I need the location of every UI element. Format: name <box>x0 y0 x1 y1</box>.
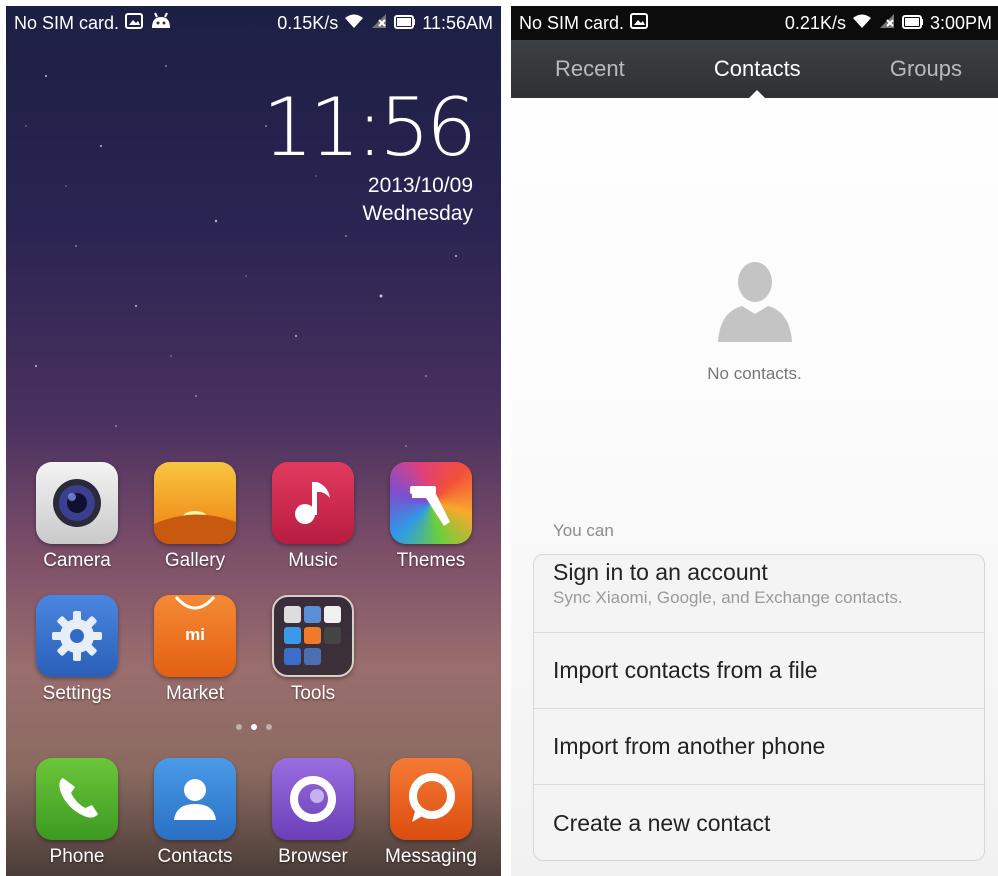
wifi-icon <box>852 13 872 34</box>
option-sign-in[interactable]: Sign in to an account Sync Xiaomi, Googl… <box>534 555 984 633</box>
option-title: Sign in to an account <box>553 559 768 585</box>
themes-icon <box>390 462 472 544</box>
contacts-screen: No SIM card. 0.21K/s 3:00PM Recent Conta… <box>511 6 998 876</box>
home-screen: No SIM card. 0.15K/s 11:56AM 11:56 2013/… <box>6 6 501 876</box>
options-list: Sign in to an account Sync Xiaomi, Googl… <box>533 554 985 861</box>
gallery-icon <box>154 462 236 544</box>
option-title: Import contacts from a file <box>553 657 818 683</box>
page-dot <box>265 724 272 730</box>
app-themes[interactable]: Themes <box>376 462 486 572</box>
image-icon <box>125 12 144 34</box>
clock-widget[interactable]: 11:56 2013/10/09 Wednesday <box>262 81 477 228</box>
app-label: Tools <box>290 683 336 704</box>
market-logo-text: mi <box>185 625 205 644</box>
empty-message: No contacts. <box>707 364 802 383</box>
dock: Phone Contacts Browser Messaging <box>6 750 501 876</box>
battery-icon <box>901 13 924 34</box>
active-tab-indicator <box>749 90 765 98</box>
network-speed: 0.15K/s <box>277 12 339 33</box>
app-tools-folder[interactable]: Tools <box>258 595 368 705</box>
option-title: Create a new contact <box>553 809 771 836</box>
music-icon <box>272 462 354 544</box>
status-bar: No SIM card. 0.21K/s 3:00PM <box>511 6 998 40</box>
battery-icon <box>394 13 416 34</box>
dock-phone[interactable]: Phone <box>22 758 132 868</box>
contacts-icon <box>154 758 236 840</box>
phone-icon <box>36 758 118 840</box>
starfield <box>25 65 457 447</box>
app-settings[interactable]: Settings <box>22 595 132 705</box>
app-label: Browser <box>278 846 348 867</box>
option-create-contact[interactable]: Create a new contact <box>534 785 984 860</box>
app-label: Camera <box>43 550 111 571</box>
tab-contacts[interactable]: Contacts <box>714 56 801 82</box>
tab-groups[interactable]: Groups <box>890 56 962 82</box>
camera-icon <box>36 462 118 544</box>
page-indicator <box>6 724 501 730</box>
clock-day: Wednesday <box>362 202 473 225</box>
app-row-1: Camera Gallery Music Themes <box>6 462 501 592</box>
option-title: Import from another phone <box>553 733 826 759</box>
app-label: Music <box>288 550 338 571</box>
option-import-file[interactable]: Import contacts from a file <box>534 633 984 709</box>
folder-icon <box>272 595 354 677</box>
carrier-text: No SIM card. <box>14 12 120 33</box>
app-label: Messaging <box>385 846 477 867</box>
messaging-icon <box>390 758 472 840</box>
dock-messaging[interactable]: Messaging <box>376 758 486 868</box>
app-label: Contacts <box>157 846 233 867</box>
person-placeholder-icon <box>717 262 792 342</box>
signal-icon <box>370 13 388 34</box>
market-icon: mi <box>154 595 236 677</box>
status-time: 11:56AM <box>422 12 493 33</box>
empty-state: No contacts. <box>511 256 998 384</box>
clock-date: 2013/10/09 <box>367 174 473 197</box>
you-can-label: You can <box>553 521 614 540</box>
option-subtitle: Sync Xiaomi, Google, and Exchange contac… <box>553 588 903 607</box>
app-market[interactable]: mi Market <box>140 595 250 705</box>
gear-icon <box>36 595 118 677</box>
browser-icon <box>272 758 354 840</box>
signal-icon <box>878 13 896 34</box>
app-gallery[interactable]: Gallery <box>140 462 250 572</box>
status-bar: No SIM card. 0.15K/s 11:56AM <box>6 6 501 40</box>
dock-browser[interactable]: Browser <box>258 758 368 868</box>
page-dot-active <box>250 724 257 730</box>
dock-contacts[interactable]: Contacts <box>140 758 250 868</box>
status-time: 3:00PM <box>929 12 992 33</box>
tab-recent[interactable]: Recent <box>555 56 625 82</box>
app-music[interactable]: Music <box>258 462 368 572</box>
app-camera[interactable]: Camera <box>22 462 132 572</box>
option-import-phone[interactable]: Import from another phone <box>534 709 984 785</box>
app-label: Market <box>165 683 225 704</box>
app-label: Gallery <box>164 550 226 571</box>
app-label: Themes <box>396 550 466 571</box>
app-row-2: Settings mi Market Tools <box>6 595 501 725</box>
network-speed: 0.21K/s <box>784 12 846 33</box>
clock-time: 11:56 <box>262 81 477 174</box>
carrier-text: No SIM card. <box>519 12 625 33</box>
wifi-icon <box>344 13 364 34</box>
app-label: Settings <box>42 683 112 704</box>
app-label: Phone <box>49 846 105 867</box>
page-dot <box>235 724 242 730</box>
android-icon <box>149 12 173 35</box>
image-icon <box>630 12 649 34</box>
